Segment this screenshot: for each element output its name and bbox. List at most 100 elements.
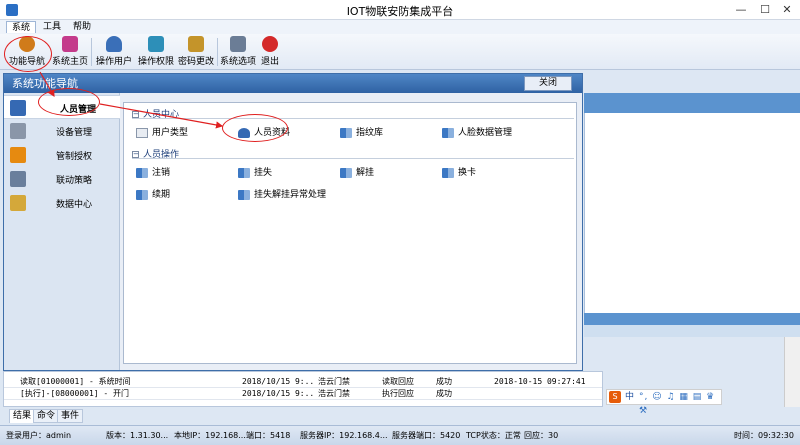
menu-help[interactable]: 帮助 bbox=[68, 21, 96, 33]
background-panel-footer-2 bbox=[584, 325, 800, 337]
annotation-circle bbox=[222, 114, 288, 142]
status-user: 登录用户：admin bbox=[6, 431, 72, 440]
dialog-nav: 人员管理 设备管理 管制授权 联动策略 数据中心 bbox=[4, 93, 120, 370]
operator-user-button[interactable]: 操作用户 bbox=[94, 36, 134, 68]
log-time: 2018/10/15 9:... bbox=[242, 389, 314, 398]
nav-item-data-center[interactable]: 数据中心 bbox=[4, 191, 120, 215]
item-icon bbox=[340, 167, 352, 178]
log-result: 成功 bbox=[436, 377, 452, 386]
nav-item-label: 联动策略 bbox=[56, 176, 93, 186]
entry-fingerprint-library[interactable]: 指纹库 bbox=[340, 125, 383, 139]
operation-permission-label: 操作权限 bbox=[137, 57, 174, 67]
entry-label: 挂失解挂异常处理 bbox=[254, 190, 327, 200]
table-row[interactable]: [执行]-[08000001] - 开门 2018/10/15 9:... 浩云… bbox=[4, 388, 602, 400]
entry-label: 续期 bbox=[152, 190, 171, 200]
system-options-button[interactable]: 系统选项 bbox=[218, 36, 258, 68]
entry-loss-exception[interactable]: 挂失解挂异常处理 bbox=[238, 187, 326, 201]
operation-permission-button[interactable]: 操作权限 bbox=[136, 36, 176, 68]
password-icon bbox=[188, 36, 204, 52]
tab-events[interactable]: 事件 bbox=[57, 409, 84, 423]
nav-item-device[interactable]: 设备管理 bbox=[4, 119, 120, 143]
section-divider bbox=[132, 158, 574, 159]
minimize-button[interactable]: — bbox=[730, 2, 752, 18]
maximize-button[interactable]: ☐ bbox=[754, 2, 776, 18]
system-options-label: 系统选项 bbox=[219, 57, 256, 67]
annotation-circle bbox=[38, 88, 100, 116]
entry-unlock-loss[interactable]: 解挂 bbox=[340, 165, 374, 179]
nav-item-label: 数据中心 bbox=[56, 200, 93, 210]
tab-commands[interactable]: 命令 bbox=[33, 409, 60, 423]
home-flower-icon bbox=[62, 36, 78, 52]
log-reply: 执行回应 bbox=[382, 389, 414, 398]
sogou-logo-icon: S bbox=[609, 391, 621, 403]
options-icon bbox=[230, 36, 246, 52]
menu-system[interactable]: 系统 bbox=[6, 21, 37, 33]
status-reply: 回应：30 bbox=[524, 431, 559, 440]
menu-bar: 系统 工具 帮助 bbox=[0, 20, 800, 34]
table-row[interactable]: 读取[01000001] - 系统时间 2018/10/15 9:... 浩云门… bbox=[4, 376, 602, 388]
toolbar: 功能导航 系统主页 操作用户 操作权限 密码更改 系统选项 退出 bbox=[0, 34, 800, 70]
close-window-button[interactable]: ✕ bbox=[776, 2, 798, 18]
item-icon bbox=[238, 167, 250, 178]
change-password-button[interactable]: 密码更改 bbox=[176, 36, 216, 68]
change-password-label: 密码更改 bbox=[177, 57, 214, 67]
annotation-circle bbox=[4, 36, 52, 72]
system-home-button[interactable]: 系统主页 bbox=[50, 36, 90, 68]
operator-user-label: 操作用户 bbox=[95, 57, 132, 67]
exit-button[interactable]: 退出 bbox=[258, 36, 282, 68]
exit-label: 退出 bbox=[260, 57, 279, 67]
permission-icon bbox=[148, 36, 164, 52]
dialog-title: 系统功能导航 bbox=[4, 74, 582, 93]
nav-item-authorization[interactable]: 管制授权 bbox=[4, 143, 120, 167]
entry-report-loss[interactable]: 挂失 bbox=[238, 165, 272, 179]
entry-label: 注销 bbox=[152, 168, 171, 178]
item-icon bbox=[442, 167, 454, 178]
log-scrollbar[interactable] bbox=[784, 337, 800, 407]
entry-change-card[interactable]: 换卡 bbox=[442, 165, 476, 179]
entry-face-data[interactable]: 人脸数据管理 bbox=[442, 125, 512, 139]
card-icon bbox=[136, 127, 148, 138]
item-icon bbox=[136, 189, 148, 200]
background-panel-header bbox=[584, 93, 800, 113]
item-icon bbox=[442, 127, 454, 138]
entry-renew[interactable]: 续期 bbox=[136, 187, 170, 201]
log-time: 2018/10/15 9:... bbox=[242, 377, 314, 386]
dialog-close-button[interactable]: 关闭 bbox=[524, 76, 572, 91]
collapse-icon[interactable]: − bbox=[132, 111, 139, 118]
status-bar: 登录用户：admin 版本：1.31.30... 本地IP：192.168...… bbox=[0, 425, 800, 445]
log-command: [执行]-[08000001] - 开门 bbox=[20, 389, 130, 398]
collapse-icon[interactable]: − bbox=[132, 151, 139, 158]
nav-item-linkage[interactable]: 联动策略 bbox=[4, 167, 120, 191]
log-command: 读取[01000001] - 系统时间 bbox=[20, 377, 131, 386]
entry-cancel[interactable]: 注销 bbox=[136, 165, 170, 179]
ime-toolbar[interactable]: S 中 °, ☺ ♫ ▦ ▤ ♛ ⚒ bbox=[606, 389, 722, 416]
linkage-icon bbox=[10, 171, 26, 187]
log-value: 2018-10-15 09:27:41 bbox=[494, 377, 586, 386]
entry-label: 用户类型 bbox=[152, 128, 189, 138]
background-panel-footer bbox=[584, 313, 800, 325]
tab-results[interactable]: 结果 bbox=[9, 409, 36, 423]
status-time: 时间：09:32:30 bbox=[734, 431, 794, 440]
ime-tool-icons[interactable]: °, ☺ ♫ ▦ ▤ ♛ ⚒ bbox=[639, 390, 721, 418]
window-title: IOT物联安防集成平台 bbox=[346, 5, 454, 18]
nav-item-label: 管制授权 bbox=[56, 152, 93, 162]
menu-tools[interactable]: 工具 bbox=[38, 21, 66, 33]
status-tcp: TCP状态：正常 bbox=[466, 431, 521, 440]
people-icon bbox=[10, 100, 26, 116]
entry-label: 人脸数据管理 bbox=[458, 128, 513, 138]
lock-icon bbox=[10, 147, 26, 163]
ime-language-toggle[interactable]: 中 bbox=[625, 390, 634, 404]
log-device: 浩云门禁 bbox=[318, 389, 350, 398]
entry-user-type[interactable]: 用户类型 bbox=[136, 125, 188, 139]
entry-label: 换卡 bbox=[458, 168, 477, 178]
exit-icon bbox=[262, 36, 278, 52]
entry-label: 指纹库 bbox=[356, 128, 384, 138]
log-reply: 读取回应 bbox=[382, 377, 414, 386]
status-version: 版本：1.31.30... bbox=[106, 431, 169, 440]
title-bar: IOT物联安防集成平台 — ☐ ✕ bbox=[0, 0, 800, 20]
item-icon bbox=[136, 167, 148, 178]
status-local-ip: 本地IP：192.168... bbox=[174, 431, 246, 440]
user-icon bbox=[106, 36, 122, 52]
nav-item-label: 设备管理 bbox=[56, 128, 93, 138]
item-icon bbox=[238, 189, 250, 200]
